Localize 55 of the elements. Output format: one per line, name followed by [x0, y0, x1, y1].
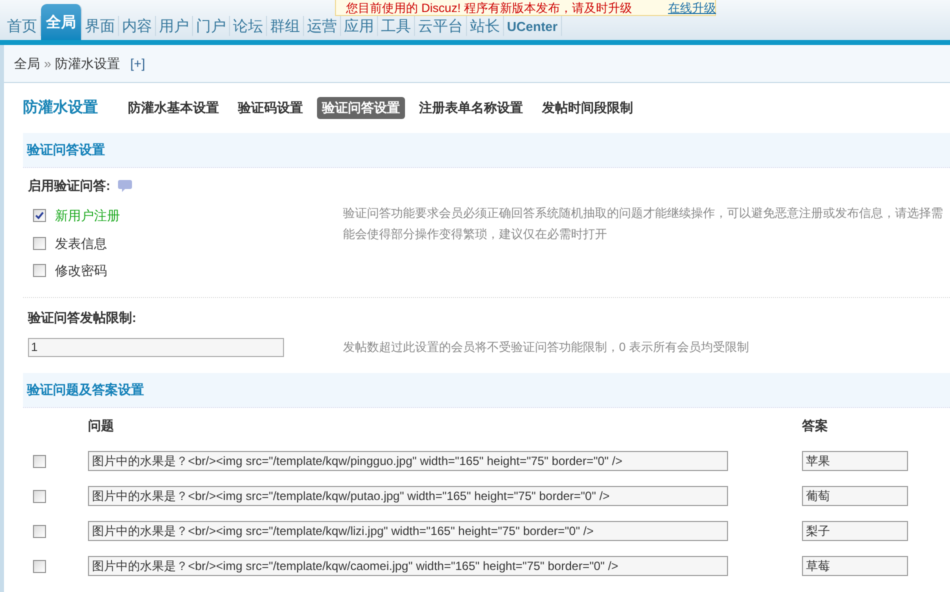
nav-tab[interactable]: 界面 [82, 16, 119, 36]
section-title: 验证问题及答案设置 [27, 380, 144, 399]
description-text: 能会使得部分操作变得繁琐，建议仅在必需时打开 [343, 226, 608, 243]
nav-tab[interactable]: 内容 [119, 16, 156, 36]
checkbox[interactable] [33, 490, 46, 502]
description-text: 验证问答功能要求会员必须正确回答系统随机抽取的问题才能继续操作，可以避免恶意注册或发布信息，请选择需 [343, 205, 943, 222]
settings-tab[interactable]: 发帖时间段限制 [537, 97, 638, 119]
page-title: 防灌水设置 [23, 98, 98, 118]
checkbox[interactable] [33, 560, 46, 572]
checkbox[interactable] [33, 236, 46, 250]
upgrade-link[interactable]: 在线升级 [668, 0, 716, 16]
checkbox[interactable] [33, 264, 46, 278]
question-field[interactable]: 图片中的水果是？<br/><img src="/template/kqw/pingguo.jpg" width="165" height="75" border="0" /> [88, 451, 728, 471]
settings-tab[interactable]: 验证码设置 [233, 97, 308, 119]
nav-tab[interactable]: 用户 [156, 16, 193, 36]
checkbox[interactable] [33, 524, 46, 538]
help-icon[interactable] [118, 178, 132, 192]
nav-tab[interactable]: 论坛 [230, 16, 267, 36]
question-field[interactable]: 图片中的水果是？<br/><img src="/template/kqw/putao.jpg" width="165" height="75" border="0" /> [88, 486, 728, 506]
nav-tab[interactable]: 云平台 [415, 16, 467, 36]
nav-tab[interactable]: 工具 [378, 16, 415, 36]
option-label: 新用户注册 [55, 207, 120, 225]
settings-tab[interactable]: 验证问答设置 [317, 97, 405, 119]
notice-text: 您目前使用的 Discuz! 程序有新版本发布，请及时升级 [346, 0, 632, 16]
add-shortcut-link[interactable]: [+] [130, 54, 146, 74]
answer-field[interactable]: 草莓 [802, 556, 908, 576]
column-header: 答案 [802, 416, 828, 435]
breadcrumb-current: 防灌水设置 [55, 54, 120, 73]
breadcrumb-separator: » [44, 54, 52, 73]
nav-tab[interactable]: 应用 [341, 16, 378, 36]
breadcrumb-link[interactable]: 全局 [14, 54, 40, 74]
checkbox[interactable] [33, 454, 46, 468]
nav-tab[interactable]: UCenter [504, 16, 562, 36]
option-label: 修改密码 [55, 262, 107, 280]
answer-field[interactable]: 梨子 [802, 521, 908, 541]
question-field[interactable]: 图片中的水果是？<br/><img src="/template/kqw/caomei.jpg" width="165" height="75" border="0" /> [88, 556, 728, 576]
field-label: 启用验证问答: [28, 176, 110, 195]
settings-tab[interactable]: 防灌水基本设置 [123, 97, 224, 119]
nav-tab[interactable]: 全局 [41, 4, 82, 40]
nav-tab[interactable]: 群组 [267, 16, 304, 36]
option-label: 发表信息 [55, 234, 107, 252]
settings-tab[interactable]: 注册表单名称设置 [414, 97, 528, 119]
nav-tab[interactable]: 运营 [304, 16, 341, 36]
section-title: 验证问答设置 [27, 141, 105, 160]
answer-field[interactable]: 葡萄 [802, 486, 908, 506]
nav-tab[interactable]: 门户 [193, 16, 230, 36]
field-label: 验证问答发帖限制: [28, 308, 136, 327]
checkbox[interactable] [33, 209, 46, 222]
column-header: 问题 [88, 416, 115, 435]
answer-field[interactable]: 苹果 [802, 451, 908, 471]
hint-text: 发帖数超过此设置的会员将不受验证问答功能限制，0 表示所有会员均受限制 [343, 339, 750, 356]
question-field[interactable]: 图片中的水果是？<br/><img src="/template/kqw/lizi.jpg" width="165" height="75" border="0" /> [88, 521, 728, 541]
nav-tab[interactable]: 站长 [467, 16, 504, 36]
checkmark-icon [35, 211, 44, 220]
post-limit-field[interactable]: 1 [28, 338, 284, 356]
